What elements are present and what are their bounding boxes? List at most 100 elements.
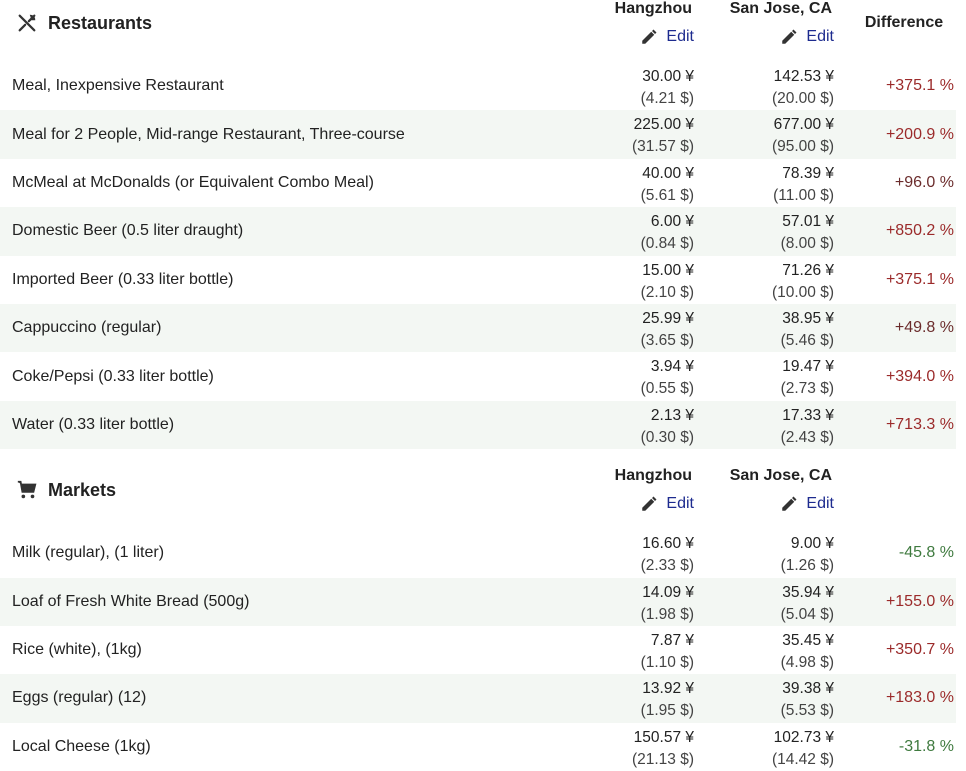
table-row: Loaf of Fresh White Bread (500g) 14.09 ¥ (… [0,577,956,626]
item-name: Meal, Inexpensive Restaurant [12,77,224,95]
item-name: Coke/Pepsi (0.33 liter bottle) [12,367,214,385]
markets-title: Markets [48,479,117,500]
city2-price: 39.38 ¥ (5.53 $) [714,678,834,722]
city1-price-cny: 3.94 ¥ [650,358,694,376]
city2-price-cny: 9.00 ¥ [790,535,834,553]
city1-price-cny: 225.00 ¥ [633,116,694,134]
table-row: McMeal at McDonalds (or Equivalent Combo… [0,159,956,207]
edit-label[interactable]: Edit [806,495,834,513]
item-name: Water (0.33 liter bottle) [12,415,175,433]
item-name: Imported Beer (0.33 liter bottle) [12,270,234,288]
city1-price: 6.00 ¥ (0.84 $) [574,211,694,255]
city2-price-usd: (1.26 $) [780,557,834,575]
edit-city1-link[interactable]: Edit [574,495,694,513]
city2-price-cny: 78.39 ¥ [782,164,834,182]
city2-header: San Jose, CA [729,0,832,17]
city2-price-cny: 17.33 ¥ [782,406,834,424]
city2-price-usd: (2.43 $) [780,428,834,446]
price-difference: +96.0 % [894,173,954,191]
table-row: Imported Beer (0.33 liter bottle) 15.00 ¥… [0,256,956,304]
city1-header: Hangzhou [614,0,692,17]
restaurants-rows: Meal, Inexpensive Restaurant 30.00 ¥ (4.21… [0,62,956,450]
price-difference: +183.0 % [885,689,954,707]
price-difference: +850.2 % [885,222,954,240]
item-name: Eggs (regular) (12) [12,689,147,707]
edit-label[interactable]: Edit [806,28,834,46]
city2-price-cny: 38.95 ¥ [782,309,834,327]
city1-price-cny: 14.09 ¥ [642,583,694,601]
city1-price-usd: (0.55 $) [640,380,694,398]
city2-price-cny: 57.01 ¥ [782,213,834,231]
city2-price-cny: 71.26 ¥ [782,261,834,279]
edit-city2-link[interactable]: Edit [714,28,834,46]
item-name: Domestic Beer (0.5 liter draught) [12,222,244,240]
city1-price: 7.87 ¥ (1.10 $) [574,630,694,674]
markets-category: Markets [16,479,116,501]
item-name: McMeal at McDonalds (or Equivalent Combo… [12,173,374,191]
edit-label[interactable]: Edit [666,495,694,513]
city1-price-cny: 15.00 ¥ [642,261,694,279]
city1-price-cny: 150.57 ¥ [633,728,694,746]
city2-price-usd: (5.04 $) [780,605,834,623]
item-name: Cappuccino (regular) [12,319,162,337]
price-difference: -45.8 % [898,544,954,562]
city1-price-usd: (21.13 $) [631,750,694,768]
edit-city2-link[interactable]: Edit [714,495,834,513]
restaurants-category: Restaurants [16,12,152,34]
city2-price-usd: (5.46 $) [780,331,834,349]
city1-price-usd: (1.10 $) [640,653,694,671]
difference-header: Difference [864,14,944,31]
city2-price-cny: 142.53 ¥ [773,68,834,85]
city1-price-usd: (2.10 $) [640,283,694,301]
city1-price: 15.00 ¥ (2.10 $) [574,260,694,304]
city2-price-cny: 677.00 ¥ [773,116,834,134]
table-row: Meal for 2 People, Mid-range Restaurant,… [0,110,956,159]
city1-price: 150.57 ¥ (21.13 $) [574,727,694,771]
city2-price-usd: (14.42 $) [771,750,834,768]
city1-price: 13.92 ¥ (1.95 $) [574,678,694,722]
edit-city1-link[interactable]: Edit [574,28,694,46]
table-row: Domestic Beer (0.5 liter draught) 6.00 ¥ (… [0,207,956,256]
city2-price: 9.00 ¥ (1.26 $) [714,533,834,577]
city1-price-usd: (0.84 $) [640,235,694,253]
shopping-cart-icon [16,479,38,501]
price-difference: +350.7 % [885,641,954,659]
item-name: Meal for 2 People, Mid-range Restaurant,… [12,125,405,143]
city2-price-cny: 35.94 ¥ [782,583,834,601]
city1-price: 25.99 ¥ (3.65 $) [574,308,694,352]
city2-price: 35.94 ¥ (5.04 $) [714,582,834,626]
city2-price: 38.95 ¥ (5.46 $) [714,308,834,352]
city2-price: 142.53 ¥ (20.00 $) [714,66,834,110]
city1-price-cny: 40.00 ¥ [642,164,694,182]
city1-price-usd: (4.21 $) [640,90,694,107]
city2-price: 57.01 ¥ (8.00 $) [714,211,834,255]
table-row: Water (0.33 liter bottle) 2.13 ¥ (0.30 $) 1… [0,400,956,450]
item-name: Local Cheese (1kg) [12,737,151,755]
city2-price-usd: (10.00 $) [771,283,834,301]
city1-price-cny: 16.60 ¥ [642,535,694,553]
pencil-icon [642,29,657,44]
city1-price: 225.00 ¥ (31.57 $) [574,114,694,158]
city2-price-usd: (20.00 $) [771,90,834,107]
city2-price: 677.00 ¥ (95.00 $) [714,114,834,158]
markets-rows: Milk (regular), (1 liter) 16.60 ¥ (2.33 $)… [0,529,956,771]
city1-header: Hangzhou [614,467,692,485]
city2-price: 71.26 ¥ (10.00 $) [714,260,834,304]
restaurants-header: Restaurants Hangzhou San Jose, CA Edit E… [0,0,956,62]
item-name: Milk (regular), (1 liter) [12,544,165,562]
city1-price-usd: (1.98 $) [640,605,694,623]
city1-price-usd: (0.30 $) [640,428,694,446]
price-difference: +375.1 % [885,77,954,95]
restaurants-title: Restaurants [48,12,153,33]
city2-price-usd: (8.00 $) [780,235,834,253]
table-row: Eggs (regular) (12) 13.92 ¥ (1.95 $) 39.38 … [0,674,956,723]
city1-price-usd: (31.57 $) [631,138,694,156]
markets-header: Markets Hangzhou San Jose, CA Edit Edit [0,467,956,529]
city1-price: 16.60 ¥ (2.33 $) [574,533,694,577]
cost-comparison-table: Restaurants Hangzhou San Jose, CA Edit E… [0,0,956,771]
city2-price: 35.45 ¥ (4.98 $) [714,630,834,674]
table-row: Rice (white), (1kg) 7.87 ¥ (1.10 $) 35.45 ¥… [0,626,956,674]
price-difference: +394.0 % [885,367,954,385]
edit-label[interactable]: Edit [666,28,694,46]
city2-price-usd: (2.73 $) [780,380,834,398]
